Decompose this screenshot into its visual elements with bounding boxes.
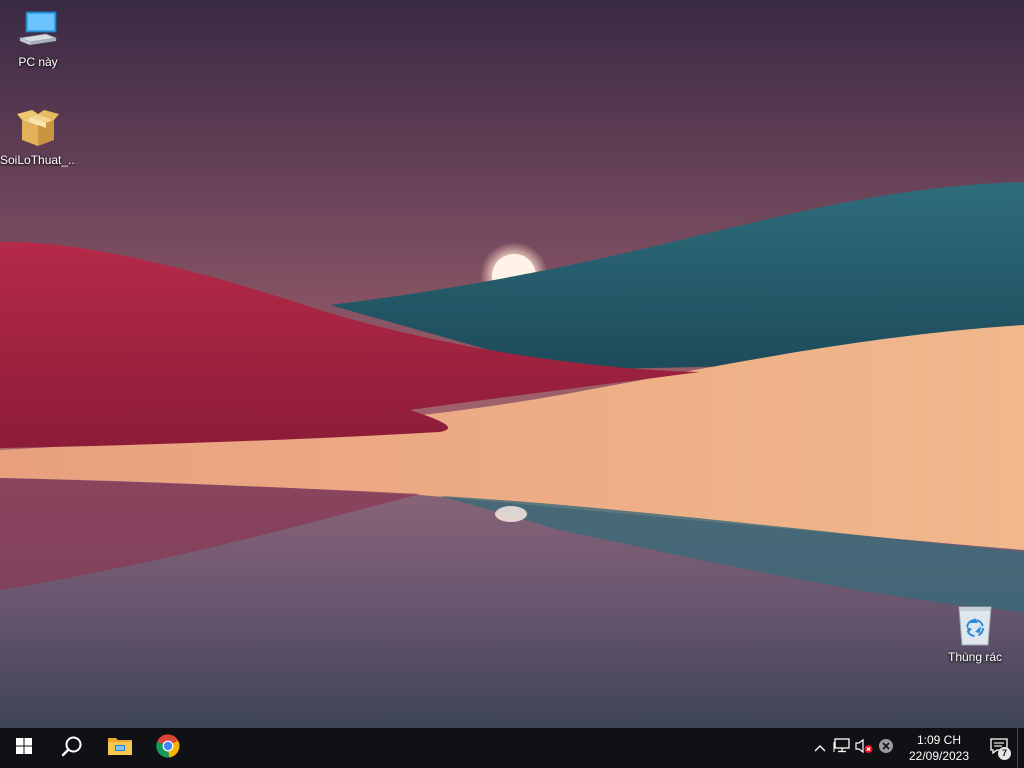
- computer-icon: [16, 8, 60, 52]
- search-icon: [61, 735, 83, 762]
- windows-logo-icon: [16, 737, 32, 759]
- folder-icon: [108, 736, 132, 761]
- chrome-icon: [156, 733, 180, 763]
- clock-date: 22/09/2023: [908, 749, 970, 763]
- search-button[interactable]: [48, 728, 96, 768]
- volume-muted-icon: [855, 738, 873, 759]
- system-tray: 1:09 CH 22/09/2023 7: [809, 728, 1024, 768]
- file-explorer-button[interactable]: [96, 728, 144, 768]
- recycle-bin-icon: [953, 603, 997, 647]
- desktop-icon-soilothuat[interactable]: SoiLoThuat_...: [0, 106, 76, 167]
- network-icon: [833, 737, 851, 759]
- desktop-icon-label: SoiLoThuat_...: [0, 153, 76, 167]
- start-button[interactable]: [0, 728, 48, 768]
- show-desktop-button[interactable]: [1017, 728, 1024, 768]
- desktop-icon-this-pc[interactable]: PC này: [0, 8, 76, 69]
- action-center-button[interactable]: 7: [981, 728, 1017, 768]
- taskbar: 1:09 CH 22/09/2023 7: [0, 728, 1024, 768]
- close-circle-icon: [878, 738, 894, 759]
- clock-time: 1:09 CH: [916, 733, 962, 747]
- network-status-button[interactable]: [831, 728, 853, 768]
- desktop-wallpaper: [0, 0, 1024, 728]
- tray-status-button[interactable]: [875, 728, 897, 768]
- desktop-icon-recycle-bin[interactable]: Thùng rác: [937, 603, 1013, 664]
- volume-button[interactable]: [853, 728, 875, 768]
- desktop-icon-label: Thùng rác: [947, 650, 1003, 664]
- taskbar-clock[interactable]: 1:09 CH 22/09/2023: [903, 732, 975, 764]
- notification-count-badge: 7: [998, 747, 1011, 760]
- desktop-icon-label: PC này: [18, 55, 58, 69]
- chrome-button[interactable]: [144, 728, 192, 768]
- package-box-icon: [16, 106, 60, 150]
- chevron-up-icon: [814, 739, 826, 757]
- show-hidden-icons-button[interactable]: [809, 728, 831, 768]
